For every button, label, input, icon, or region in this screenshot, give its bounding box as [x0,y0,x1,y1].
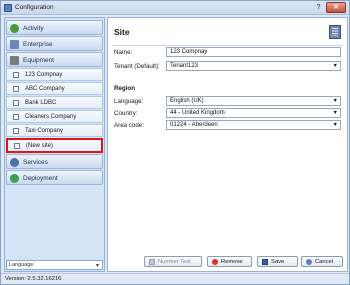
site-item-abc-company[interactable]: ABC Company [6,82,103,95]
country-select[interactable]: 44 - United Kingdom ▼ [166,108,341,118]
site-item-label: (New site) [26,143,54,149]
page-title: Site [114,27,130,37]
areacode-value: 01224 - Aberdeen [170,122,218,128]
nav-header-label: Services [23,159,48,166]
site-item-label: Cleaners Company [25,114,77,120]
language-label: Language: [114,98,144,105]
version-text: Version: 2.5.32.16216 [5,276,62,282]
language-dropdown-label: Language [9,262,34,268]
deployment-icon [10,174,19,183]
country-label: Country: [114,110,138,117]
country-value: 44 - United Kingdom [170,110,225,116]
nav-header-label: Deployment [23,175,58,182]
chevron-down-icon: ▼ [332,110,338,116]
language-dropdown[interactable]: Language ▼ [6,260,103,270]
tenant-value: Tenant123 [170,63,199,69]
nav-header-activity[interactable]: Activity [6,20,103,35]
site-item-taxi-company[interactable]: Taxi Company [6,124,103,137]
chevron-down-icon: ▼ [332,63,338,69]
site-item-cleaners-company[interactable]: Cleaners Company [6,110,103,123]
activity-icon [10,24,19,33]
site-item-label: Taxi Company [25,128,64,134]
site-icon [13,100,19,106]
areacode-select[interactable]: 01224 - Aberdeen ▼ [166,120,341,130]
remove-icon [212,259,218,265]
number-test-label: Number Test [158,259,191,265]
floppy-icon [262,259,268,265]
site-item-new-site[interactable]: (New site) [6,138,103,153]
window-title: Configuration [15,4,54,11]
phone-icon [149,259,155,265]
chevron-down-icon: ▼ [95,263,100,269]
region-section-title: Region [114,85,135,92]
tenant-dropdown[interactable]: Tenant123 ▼ [166,61,341,71]
action-button-bar: Number Test Remove Save Cancel [108,251,347,271]
tenant-label: Tenant (Default): [114,63,160,70]
site-config-icon [329,25,341,39]
name-field[interactable]: 123 Compnay [166,47,341,57]
site-panel: Site Name: 123 Compnay Tenant (Default):… [107,17,348,272]
divider [112,45,343,46]
site-icon [13,86,19,92]
language-value: English (UK) [170,98,204,104]
site-item-bank-ldbc[interactable]: Bank LDBC [6,96,103,109]
app-icon [4,4,12,12]
name-value: 123 Compnay [170,49,208,55]
site-item-123-compnay[interactable]: 123 Compnay [6,68,103,81]
site-icon [13,128,19,134]
nav-header-services[interactable]: Services [6,154,103,169]
nav-header-equipment[interactable]: Equipment [6,52,103,67]
nav-header-label: Activity [23,25,44,32]
site-item-label: ABC Company [25,86,65,92]
site-item-label: 123 Compnay [25,72,63,78]
language-select[interactable]: English (UK) ▼ [166,96,341,106]
configuration-window: Configuration ? ✕ Activity Enterprise Eq… [0,0,350,285]
services-icon [10,158,19,167]
nav-header-deployment[interactable]: Deployment [6,170,103,185]
sidebar: Activity Enterprise Equipment 123 Compna… [4,17,105,272]
number-test-button[interactable]: Number Test [144,256,202,267]
nav-header-label: Enterprise [23,41,53,48]
title-bar: Configuration ? ✕ [1,1,349,15]
cancel-button[interactable]: Cancel [301,256,343,267]
remove-button[interactable]: Remove [207,256,252,267]
site-icon [14,143,20,149]
chevron-down-icon: ▼ [332,122,338,128]
enterprise-icon [10,40,19,49]
equipment-icon [10,56,19,65]
site-icon [13,114,19,120]
nav-header-enterprise[interactable]: Enterprise [6,36,103,51]
cancel-icon [306,259,312,265]
close-button[interactable]: ✕ [326,2,346,13]
chevron-down-icon: ▼ [332,98,338,104]
site-item-label: Bank LDBC [25,100,57,106]
save-button[interactable]: Save [257,256,298,267]
cancel-label: Cancel [315,259,334,265]
status-bar: Version: 2.5.32.16216 [1,273,349,284]
areacode-label: Area code: [114,122,144,129]
nav-header-label: Equipment [23,57,55,64]
site-icon [13,72,19,78]
remove-label: Remove [221,259,243,265]
save-label: Save [271,259,285,265]
help-button[interactable]: ? [314,3,323,12]
name-label: Name: [114,49,133,56]
